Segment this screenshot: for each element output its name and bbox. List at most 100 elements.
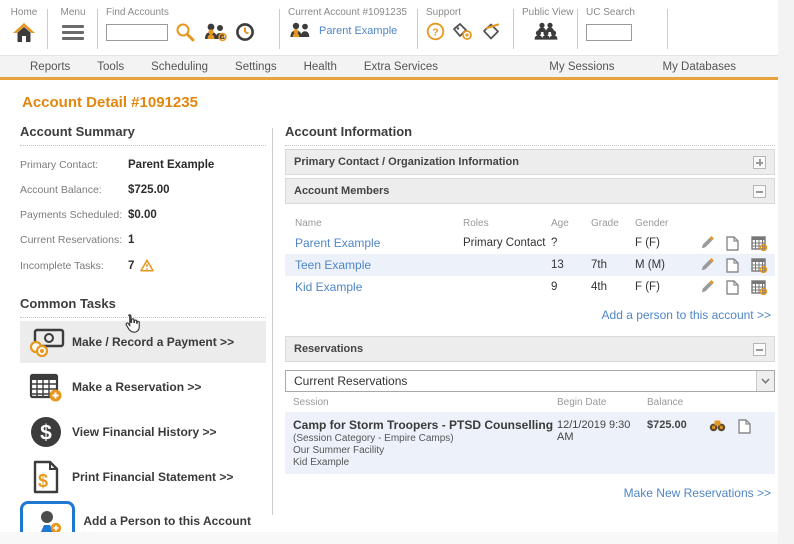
nav-extra-services[interactable]: Extra Services xyxy=(364,61,438,73)
document-icon[interactable] xyxy=(738,419,751,434)
public-view-section: Public View xyxy=(514,7,578,55)
account-people-icon xyxy=(288,22,312,40)
summary-label: Incomplete Tasks: xyxy=(20,260,128,272)
support-label: Support xyxy=(426,7,506,18)
account-information-title: Account Information xyxy=(285,124,775,146)
member-name-link[interactable]: Teen Example xyxy=(295,258,463,272)
task-print-statement[interactable]: $ Print Financial Statement >> xyxy=(20,456,266,498)
reservation-begin-date: 12/1/2019 9:30 AM xyxy=(557,418,647,468)
nav-health[interactable]: Health xyxy=(304,61,337,73)
document-icon[interactable] xyxy=(726,236,739,251)
search-icon[interactable] xyxy=(175,22,195,42)
make-new-reservations-link[interactable]: Make New Reservations >> xyxy=(624,486,771,500)
history-icon[interactable] xyxy=(235,22,255,42)
member-grade: 7th xyxy=(591,259,635,271)
col-session: Session xyxy=(293,397,557,408)
summary-label: Account Balance: xyxy=(20,184,128,196)
section-reservations[interactable]: Reservations xyxy=(285,336,775,362)
task-view-financial-history[interactable]: $ View Financial History >> xyxy=(20,411,266,453)
member-age: 13 xyxy=(551,259,591,271)
member-gender: F (F) xyxy=(635,237,687,249)
support-section: Support ? xyxy=(418,7,514,55)
summary-value: 1 xyxy=(128,234,134,246)
column-divider xyxy=(272,128,273,515)
public-view-icon[interactable] xyxy=(533,22,559,41)
member-gender: M (M) xyxy=(635,259,687,271)
uc-search-input[interactable] xyxy=(586,24,632,41)
common-tasks-title: Common Tasks xyxy=(20,296,266,318)
statement-icon: $ xyxy=(20,460,72,494)
summary-row-tasks: Incomplete Tasks: 7 xyxy=(20,259,266,272)
document-icon[interactable] xyxy=(726,280,739,295)
summary-row-reservations: Current Reservations: 1 xyxy=(20,234,266,246)
warning-icon[interactable] xyxy=(140,259,154,272)
public-view-label: Public View xyxy=(522,7,570,18)
member-row: Kid Example 9 4th F (F) xyxy=(285,276,775,298)
collapse-icon[interactable] xyxy=(753,343,766,356)
menu-icon[interactable] xyxy=(62,22,84,43)
window-gutter xyxy=(778,0,794,544)
document-icon[interactable] xyxy=(726,258,739,273)
task-make-reservation[interactable]: Make a Reservation >> xyxy=(20,366,266,408)
reservation-person: Kid Example xyxy=(293,457,557,468)
add-account-icon[interactable] xyxy=(202,22,228,42)
account-summary-title: Account Summary xyxy=(20,124,266,146)
member-name-link[interactable]: Kid Example xyxy=(295,280,463,294)
top-toolbar: Home Menu Find Accounts xyxy=(0,0,778,56)
nav-scheduling[interactable]: Scheduling xyxy=(151,61,208,73)
reservations-filter-select[interactable]: Current Reservations xyxy=(285,370,775,392)
app-window: Home Menu Find Accounts xyxy=(0,0,794,544)
member-age: ? xyxy=(551,237,591,249)
section-account-members[interactable]: Account Members xyxy=(285,178,775,204)
add-person-link[interactable]: Add a person to this account >> xyxy=(602,308,771,322)
make-reservations-link-wrap: Make New Reservations >> xyxy=(285,486,775,500)
section-title: Account Members xyxy=(294,185,389,197)
calendar-plus-icon[interactable] xyxy=(751,280,767,295)
svg-text:$: $ xyxy=(38,471,48,491)
menu-section: Menu xyxy=(48,7,98,55)
nav-settings[interactable]: Settings xyxy=(235,61,277,73)
nav-left-group: Reports Tools Scheduling Settings Health… xyxy=(0,61,438,73)
current-account-link[interactable]: Parent Example xyxy=(319,25,397,37)
home-section: Home xyxy=(0,7,48,55)
current-account-section: Current Account #1091235 Parent Example xyxy=(280,7,418,55)
section-primary-contact[interactable]: Primary Contact / Organization Informati… xyxy=(285,149,775,175)
summary-value: $725.00 xyxy=(128,184,170,196)
home-icon[interactable] xyxy=(12,22,36,44)
task-make-payment[interactable]: Make / Record a Payment >> xyxy=(20,321,266,363)
member-roles: Primary Contact xyxy=(463,237,551,249)
expand-icon[interactable] xyxy=(753,156,766,169)
summary-label: Current Reservations: xyxy=(20,234,128,246)
calendar-plus-icon[interactable] xyxy=(751,236,767,251)
summary-label: Payments Scheduled: xyxy=(20,209,128,221)
help-icon[interactable]: ? xyxy=(426,22,445,41)
nav-my-sessions[interactable]: My Sessions xyxy=(549,61,614,73)
col-age: Age xyxy=(551,218,591,229)
nav-my-databases[interactable]: My Databases xyxy=(662,61,736,73)
window-gutter xyxy=(0,532,778,544)
main-nav: Reports Tools Scheduling Settings Health… xyxy=(0,56,778,80)
edit-pencil-icon[interactable] xyxy=(700,236,714,250)
find-accounts-input[interactable] xyxy=(106,24,168,41)
binoculars-icon[interactable] xyxy=(709,419,726,432)
col-name: Name xyxy=(295,218,463,229)
find-accounts-section: Find Accounts xyxy=(98,7,280,55)
collapse-icon[interactable] xyxy=(753,185,766,198)
reservation-facility: Our Summer Facility xyxy=(293,445,557,456)
account-information-panel: Account Information Primary Contact / Or… xyxy=(285,124,775,500)
nav-reports[interactable]: Reports xyxy=(30,61,70,73)
nav-tools[interactable]: Tools xyxy=(97,61,124,73)
edit-pencil-icon[interactable] xyxy=(700,280,714,294)
member-name-link[interactable]: Parent Example xyxy=(295,236,463,250)
calendar-plus-icon[interactable] xyxy=(751,258,767,273)
summary-row-balance: Account Balance: $725.00 xyxy=(20,184,266,196)
tag-icon[interactable] xyxy=(481,22,502,41)
member-age: 9 xyxy=(551,281,591,293)
reservation-category: (Session Category - Empire Camps) xyxy=(293,433,557,444)
reservation-session: Camp for Storm Troopers - PTSD Counselli… xyxy=(293,418,557,468)
reservations-filter-value: Current Reservations xyxy=(286,374,756,388)
edit-pencil-icon[interactable] xyxy=(700,258,714,272)
section-title: Primary Contact / Organization Informati… xyxy=(294,156,519,168)
calendar-add-icon xyxy=(20,371,72,403)
tag-add-icon[interactable] xyxy=(452,22,474,41)
